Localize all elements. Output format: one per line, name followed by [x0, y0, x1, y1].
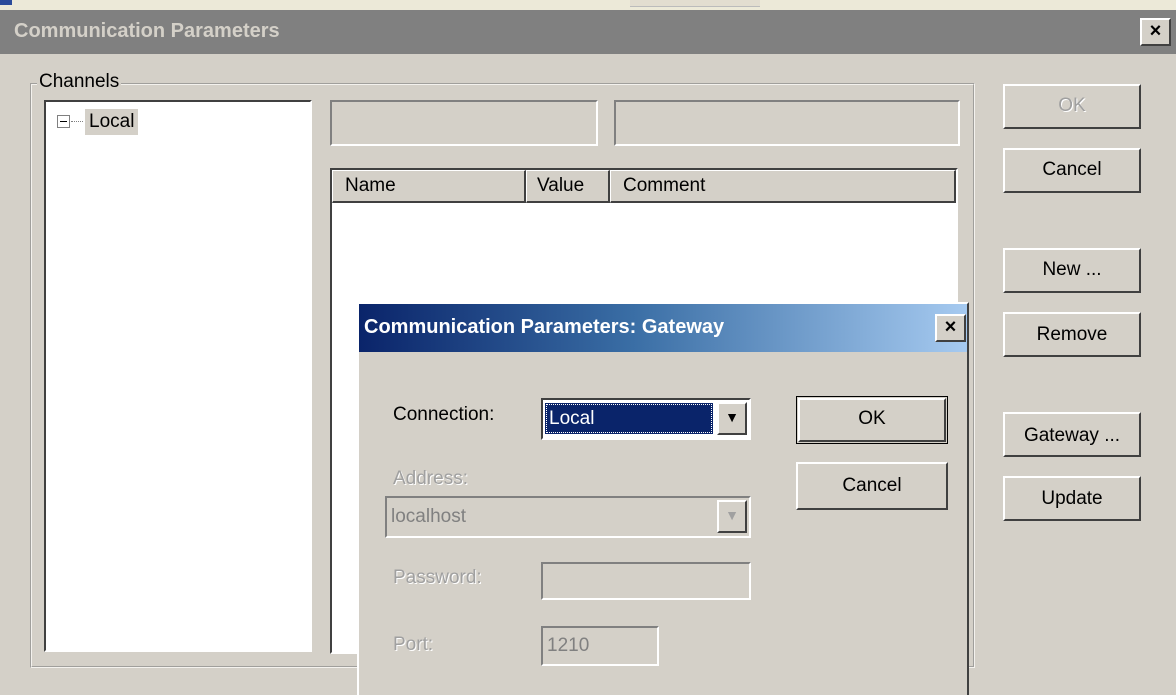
password-field [541, 562, 751, 600]
column-header-name[interactable]: Name [332, 170, 526, 203]
update-button[interactable]: Update [1003, 476, 1141, 521]
app-icon-fragment [0, 0, 12, 5]
column-header-value[interactable]: Value [526, 170, 610, 203]
channel-info-box [614, 100, 960, 146]
new-channel-button[interactable]: New ... [1003, 248, 1141, 293]
ok-button[interactable]: OK [1003, 84, 1141, 129]
chevron-down-icon: ▼ [717, 500, 747, 533]
tree-item-local[interactable]: Local [85, 109, 139, 135]
collapse-icon[interactable] [57, 115, 70, 128]
chevron-down-icon[interactable]: ▼ [717, 402, 747, 435]
channels-group-label: Channels [37, 71, 122, 93]
tree-connector [71, 121, 83, 122]
channels-tree[interactable] [44, 100, 312, 652]
connection-label: Connection: [393, 404, 495, 425]
cancel-button[interactable]: Cancel [1003, 148, 1141, 193]
close-icon[interactable]: × [935, 314, 966, 342]
default-button-bevel [798, 398, 946, 442]
address-label: Address: [393, 468, 468, 489]
remove-button[interactable]: Remove [1003, 312, 1141, 357]
address-value: localhost [391, 506, 466, 527]
gateway-button[interactable]: Gateway ... [1003, 412, 1141, 457]
port-field: 1210 [541, 626, 659, 666]
gateway-dialog-title: Communication Parameters: Gateway [364, 316, 725, 338]
main-window-title: Communication Parameters [14, 20, 280, 42]
top-strip [0, 0, 1176, 10]
port-label: Port: [393, 634, 434, 655]
column-header-comment[interactable]: Comment [610, 170, 956, 203]
background-fragment [630, 0, 760, 7]
gateway-cancel-button[interactable]: Cancel [796, 462, 948, 510]
connection-selected-value[interactable]: Local [545, 403, 713, 434]
password-label: Password: [393, 567, 482, 588]
channel-name-box [330, 100, 598, 146]
close-icon[interactable]: × [1140, 18, 1171, 46]
